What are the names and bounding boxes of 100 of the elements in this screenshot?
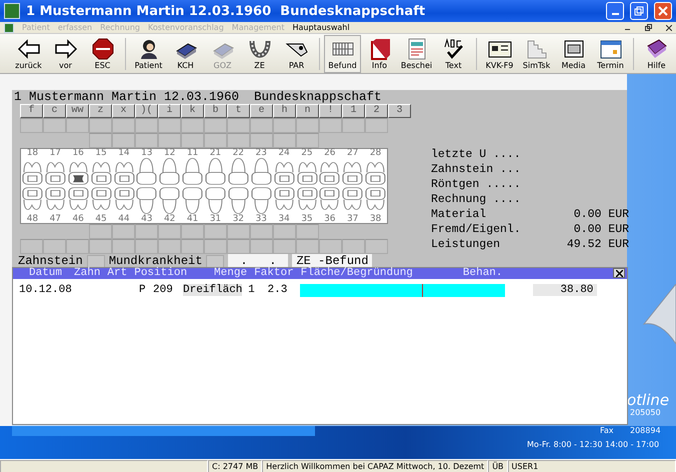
grid-cell[interactable]: [227, 118, 250, 133]
menu-item[interactable]: Hauptauswahl: [292, 23, 350, 32]
column-header[interactable]: Menge: [214, 268, 248, 279]
grid-cell[interactable]: [273, 118, 296, 133]
grid-cell[interactable]: [158, 224, 181, 239]
tooth-drawing[interactable]: [204, 157, 227, 185]
grid-cell[interactable]: [135, 224, 158, 239]
grid-cell[interactable]: [66, 239, 89, 254]
toolbar-button[interactable]: vor: [47, 35, 84, 73]
grid-cell[interactable]: [227, 239, 250, 254]
close-button[interactable]: [613, 268, 625, 278]
key-button[interactable]: e: [250, 104, 273, 118]
grid-cell[interactable]: [135, 239, 158, 254]
grid-cell[interactable]: [89, 118, 112, 133]
grid-cell[interactable]: [204, 239, 227, 254]
key-button[interactable]: n: [296, 104, 319, 118]
maximize-button[interactable]: [630, 2, 648, 20]
minimize-button[interactable]: [606, 2, 624, 20]
grid-cell[interactable]: [135, 118, 158, 133]
grid-cell[interactable]: [365, 239, 388, 254]
grid-cell[interactable]: [296, 118, 319, 133]
toolbar-button[interactable]: ESC: [84, 35, 121, 73]
grid-cell[interactable]: [158, 118, 181, 133]
key-button[interactable]: t: [227, 104, 250, 118]
grid-cell[interactable]: [204, 224, 227, 239]
checkbox[interactable]: [206, 254, 224, 268]
key-button[interactable]: !: [319, 104, 342, 118]
grid-cell[interactable]: [181, 133, 204, 148]
grid-cell[interactable]: [227, 224, 250, 239]
toolbar-button[interactable]: Termin: [592, 35, 629, 73]
grid-cell[interactable]: [89, 133, 112, 148]
grid-cell[interactable]: [112, 118, 135, 133]
toolbar-button[interactable]: SimTsk: [518, 35, 555, 73]
grid-cell[interactable]: [43, 118, 66, 133]
grid-cell[interactable]: [181, 239, 204, 254]
grid-cell[interactable]: [296, 224, 319, 239]
column-header[interactable]: Art: [107, 268, 128, 279]
grid-cell[interactable]: [250, 239, 273, 254]
toolbar-button[interactable]: ZE: [241, 35, 278, 73]
grid-cell[interactable]: [250, 118, 273, 133]
restore-icon[interactable]: [645, 24, 652, 31]
grid-cell[interactable]: [227, 133, 250, 148]
key-button[interactable]: )(: [135, 104, 158, 118]
grid-cell[interactable]: [273, 239, 296, 254]
grid-cell[interactable]: [112, 224, 135, 239]
tooth-drawing[interactable]: [158, 187, 182, 215]
toolbar-button[interactable]: KVK-F9: [481, 35, 518, 73]
grid-cell[interactable]: [204, 133, 227, 148]
tooth-drawing[interactable]: [158, 157, 182, 185]
key-button[interactable]: i: [158, 104, 181, 118]
key-button[interactable]: 2: [365, 104, 388, 118]
grid-cell[interactable]: [296, 239, 319, 254]
key-button[interactable]: x: [112, 104, 135, 118]
grid-cell[interactable]: [43, 239, 66, 254]
key-button[interactable]: f: [20, 104, 43, 118]
grid-cell[interactable]: [181, 118, 204, 133]
column-header[interactable]: Faktor: [254, 268, 294, 279]
grid-cell[interactable]: [342, 118, 365, 133]
grid-cell[interactable]: [319, 239, 342, 254]
toolbar-button[interactable]: KCH: [167, 35, 204, 73]
column-header[interactable]: Position: [134, 268, 188, 279]
key-button[interactable]: 3: [388, 104, 411, 118]
grid-cell[interactable]: [273, 133, 296, 148]
grid-cell[interactable]: [342, 239, 365, 254]
grid-cell[interactable]: [204, 118, 227, 133]
toolbar-button[interactable]: Befund: [324, 35, 361, 73]
key-button[interactable]: h: [273, 104, 296, 118]
toolbar-button[interactable]: Hilfe: [638, 35, 675, 73]
grid-cell[interactable]: [135, 133, 158, 148]
tooth-drawing[interactable]: [181, 157, 204, 185]
tooth-drawing[interactable]: [250, 157, 273, 185]
column-header[interactable]: Datum: [29, 268, 62, 279]
tooth-drawing[interactable]: [204, 187, 227, 215]
grid-cell[interactable]: [250, 224, 273, 239]
tooth-drawing[interactable]: [135, 157, 158, 185]
grid-cell[interactable]: [66, 118, 89, 133]
grid-cell[interactable]: [158, 239, 181, 254]
grid-cell[interactable]: [20, 118, 43, 133]
column-header[interactable]: Zahn: [74, 268, 100, 279]
date-field[interactable]: . .: [228, 254, 288, 268]
toolbar-button[interactable]: PAR: [278, 35, 315, 73]
tooth-drawing[interactable]: [250, 187, 273, 215]
key-button[interactable]: c: [43, 104, 66, 118]
tooth-drawing[interactable]: [181, 187, 204, 215]
toolbar-button[interactable]: Patient: [130, 35, 167, 73]
toolbar-button[interactable]: Info: [361, 35, 398, 73]
grid-cell[interactable]: [296, 133, 319, 148]
grid-cell[interactable]: [20, 239, 43, 254]
key-button[interactable]: k: [181, 104, 204, 118]
column-header[interactable]: Behan.: [462, 268, 502, 279]
column-header[interactable]: Fläche/Begründung: [300, 268, 413, 279]
grid-cell[interactable]: [365, 118, 388, 133]
grid-cell[interactable]: [89, 239, 112, 254]
key-button[interactable]: z: [89, 104, 112, 118]
close-icon[interactable]: [666, 24, 672, 30]
grid-cell[interactable]: [112, 133, 135, 148]
tooth-drawing[interactable]: [135, 187, 158, 215]
grid-cell[interactable]: [181, 224, 204, 239]
grid-cell[interactable]: [158, 133, 181, 148]
grid-cell[interactable]: [250, 133, 273, 148]
